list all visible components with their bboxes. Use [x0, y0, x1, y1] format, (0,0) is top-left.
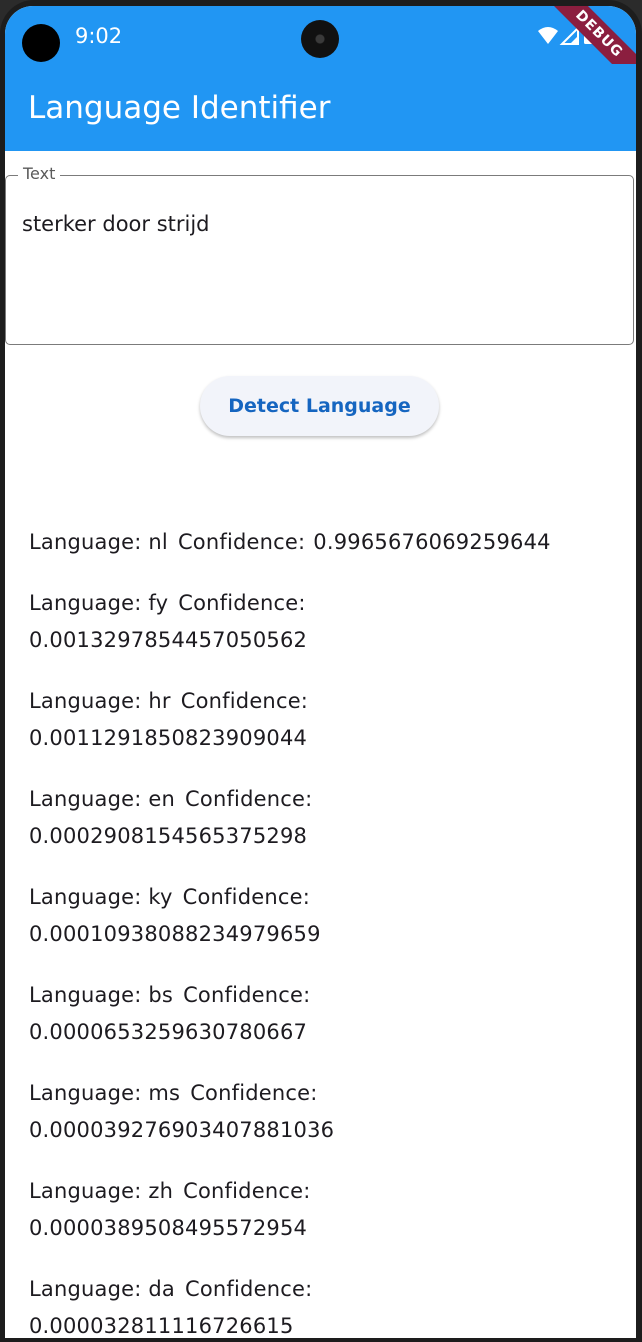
result-confidence: 0.0013297854457050562: [29, 628, 308, 652]
detect-language-button[interactable]: Detect Language: [200, 376, 439, 436]
result-confidence: 0.0000653259630780667: [29, 1020, 308, 1044]
status-dot: [22, 24, 60, 62]
result-confidence-label: Confidence:: [183, 983, 311, 1007]
result-language: Language: hr: [29, 689, 171, 713]
result-item: Language: hr Confidence: 0.00112918508239…: [29, 683, 609, 757]
app-screen: 9:02 DEBUG Language Identifier Text ster…: [5, 6, 636, 1338]
result-confidence-label: Confidence:: [183, 1179, 311, 1203]
result-item: Language: zh Confidence: 0.00003895084955…: [29, 1173, 609, 1247]
result-confidence-label: Confidence:: [182, 885, 310, 909]
result-confidence-label: Confidence:: [177, 530, 306, 554]
result-item: Language: fy Confidence: 0.00132978544570…: [29, 585, 609, 659]
result-confidence: 0.0011291850823909044: [29, 726, 308, 750]
result-confidence: 0.9965676069259644: [313, 530, 551, 554]
result-item: Language: bs Confidence: 0.00006532596307…: [29, 977, 609, 1051]
result-language: Language: bs: [29, 983, 174, 1007]
result-confidence-label: Confidence:: [185, 1277, 313, 1301]
status-bar: 9:02 DEBUG: [5, 6, 636, 103]
result-item: Language: ms Confidence: 0.00003927690340…: [29, 1075, 609, 1149]
result-confidence: 0.00010938088234979659: [29, 922, 321, 946]
result-language: Language: da: [29, 1277, 175, 1301]
result-language: Language: ky: [29, 885, 173, 909]
result-confidence: 0.000032811116726615: [29, 1314, 294, 1338]
status-time: 9:02: [75, 24, 123, 48]
app-bar: Language Identifier: [5, 64, 636, 151]
device-frame: 9:02 DEBUG Language Identifier Text ster…: [0, 0, 642, 1342]
result-item: Language: en Confidence: 0.00029081545653…: [29, 781, 609, 855]
app-title: Language Identifier: [28, 90, 331, 126]
result-language: Language: ms: [29, 1081, 181, 1105]
text-input-field[interactable]: [5, 175, 634, 345]
result-confidence-label: Confidence:: [178, 591, 306, 615]
text-input[interactable]: sterker door strijd: [22, 212, 612, 236]
result-confidence: 0.0002908154565375298: [29, 824, 308, 848]
result-confidence-label: Confidence:: [180, 689, 309, 713]
text-field-label: Text: [18, 164, 61, 183]
result-confidence: 0.0000389508495572954: [29, 1216, 308, 1240]
result-item: Language: da Confidence: 0.00003281111672…: [29, 1271, 609, 1338]
result-item: Language: ky Confidence: 0.00010938088234…: [29, 879, 609, 953]
result-language: Language: nl: [29, 530, 168, 554]
result-language: Language: en: [29, 787, 176, 811]
result-confidence-label: Confidence:: [185, 787, 313, 811]
result-item: Language: nl Confidence: 0.996567606925964…: [29, 524, 609, 561]
result-confidence-label: Confidence:: [190, 1081, 318, 1105]
result-language: Language: zh: [29, 1179, 174, 1203]
camera-cutout: [301, 20, 339, 58]
signal-icon: [559, 25, 579, 45]
result-confidence: 0.000039276903407881036: [29, 1118, 335, 1142]
wifi-icon: [538, 27, 558, 44]
results-list: Language: nl Confidence: 0.996567606925964…: [29, 524, 609, 1338]
result-language: Language: fy: [29, 591, 169, 615]
